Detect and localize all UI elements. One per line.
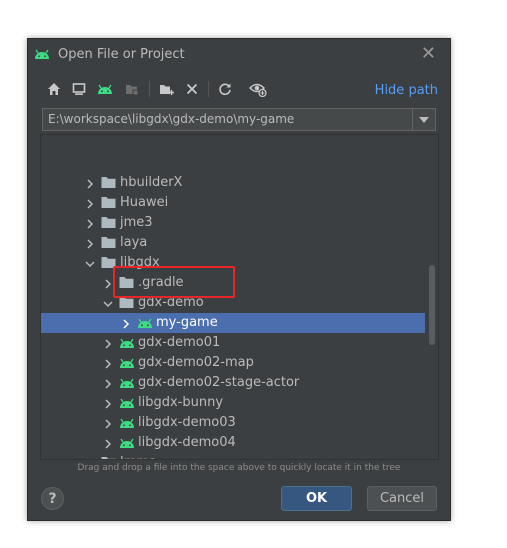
android-module-icon [119, 416, 135, 433]
drag-drop-hint: Drag and drop a file into the space abov… [77, 463, 401, 473]
new-folder-icon[interactable] [157, 79, 177, 99]
module-folder-icon[interactable] [122, 79, 142, 99]
tree-row[interactable]: .gradle [41, 273, 425, 293]
chevron-right-icon[interactable] [103, 438, 113, 453]
tree-scrollbar[interactable] [428, 135, 436, 459]
toolbar-separator [208, 81, 209, 97]
tree-row-label: gdx-demo [138, 295, 204, 310]
tree-row-label: libgdx [120, 255, 160, 270]
tree-row[interactable]: gdx-demo01 [41, 333, 425, 353]
tree-row[interactable]: gdx-demo02-map [41, 353, 425, 373]
tree-row-label: gdx-demo01 [138, 335, 221, 350]
tree-row-label: hbuilderX [120, 175, 183, 190]
folder-icon [101, 176, 116, 193]
chevron-right-icon[interactable] [85, 218, 95, 233]
chevron-right-icon[interactable] [103, 358, 113, 373]
chevron-right-icon[interactable] [85, 458, 95, 459]
tree-row-label: libgdx-demo03 [138, 415, 236, 430]
tree-row-label: Huawei [120, 195, 169, 210]
tree-row[interactable]: hbuilderX [41, 173, 425, 193]
android-module-icon [119, 436, 135, 453]
chevron-right-icon[interactable] [103, 398, 113, 413]
android-module-icon [119, 396, 135, 413]
android-icon [34, 46, 50, 66]
tree-row-label: gdx-demo02-stage-actor [138, 375, 300, 390]
chevron-down-icon[interactable] [85, 258, 95, 273]
open-file-dialog: Open File or Project ✕ Hide path E:\work… [27, 38, 451, 521]
tree-row[interactable]: libgdx-demo03 [41, 413, 425, 433]
chevron-right-icon[interactable] [85, 238, 95, 253]
tree-row-label: my-game [156, 315, 218, 330]
tree-row[interactable]: gdx-demo02-stage-actor [41, 373, 425, 393]
home-icon[interactable] [44, 79, 64, 99]
folder-icon [101, 256, 116, 273]
tree-row[interactable]: libgdx-bunny [41, 393, 425, 413]
title-bar: Open File or Project ✕ [28, 39, 450, 71]
tree-row-label: libgdx-bunny [138, 395, 224, 410]
folder-icon [119, 296, 134, 313]
chevron-right-icon[interactable] [103, 418, 113, 433]
show-hidden-icon[interactable] [248, 79, 268, 99]
file-tree[interactable]: lottlotlmmslibgdx-demo04libgdx-demo03lib… [40, 134, 439, 460]
tree-row[interactable]: gdx-demo [41, 293, 425, 313]
chevron-right-icon[interactable] [85, 198, 95, 213]
chevron-right-icon[interactable] [103, 278, 113, 293]
tree-row-label: .gradle [138, 275, 184, 290]
path-field [42, 108, 436, 131]
android-module-icon [137, 316, 153, 333]
tree-row-label: libgdx-demo04 [138, 435, 236, 450]
toolbar-separator [149, 81, 150, 97]
tree-row-label: gdx-demo02-map [138, 355, 254, 370]
chevron-right-icon[interactable] [121, 318, 131, 333]
folder-icon [101, 236, 116, 253]
toolbar: Hide path [28, 77, 450, 101]
desktop-icon[interactable] [69, 79, 89, 99]
scrollbar-thumb[interactable] [429, 265, 435, 345]
android-project-icon[interactable] [95, 79, 115, 99]
folder-icon [119, 276, 134, 293]
chevron-right-icon[interactable] [85, 178, 95, 193]
android-module-icon [119, 376, 135, 393]
tree-row[interactable]: lmms [41, 453, 425, 459]
tree-row[interactable]: libgdx-demo04 [41, 433, 425, 453]
chevron-down-icon[interactable] [412, 109, 435, 130]
tree-row[interactable]: jme3 [41, 213, 425, 233]
tree-row[interactable]: laya [41, 233, 425, 253]
folder-icon [101, 456, 116, 459]
close-icon[interactable]: ✕ [421, 45, 436, 63]
android-module-icon [119, 356, 135, 373]
android-module-icon [119, 336, 135, 353]
dialog-title: Open File or Project [58, 47, 185, 62]
hide-path-link[interactable]: Hide path [375, 83, 438, 98]
chevron-right-icon[interactable] [103, 378, 113, 393]
path-input[interactable] [43, 109, 411, 130]
chevron-right-icon[interactable] [103, 338, 113, 353]
tree-row[interactable]: Huawei [41, 193, 425, 213]
tree-row-label: laya [120, 235, 148, 250]
folder-icon [101, 196, 116, 213]
help-button[interactable]: ? [41, 487, 64, 510]
delete-icon[interactable] [182, 79, 202, 99]
folder-icon [101, 216, 116, 233]
ok-button[interactable]: OK [281, 486, 352, 511]
tree-row[interactable]: my-game [41, 313, 425, 333]
tree-row[interactable]: libgdx [41, 253, 425, 273]
cancel-button[interactable]: Cancel [367, 486, 437, 511]
refresh-icon[interactable] [215, 79, 235, 99]
tree-row-label: lmms [120, 455, 156, 459]
tree-row-label: jme3 [120, 215, 153, 230]
chevron-down-icon[interactable] [103, 298, 113, 313]
